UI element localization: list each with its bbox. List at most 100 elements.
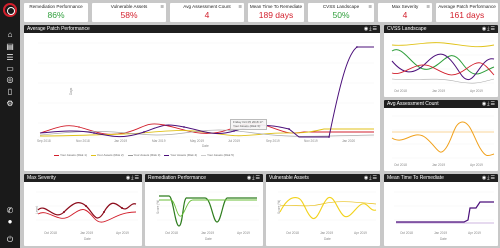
list-icon[interactable]: ☰ <box>5 54 15 62</box>
phone-icon[interactable]: ✆ <box>5 207 15 215</box>
vulnerable-chart: Score (%) Oct 2018 Jan 2019 Apr 2019 Dat… <box>277 191 377 241</box>
series-risk-4-line <box>39 46 374 138</box>
compass-icon[interactable]: ◎ <box>5 76 15 84</box>
panel-toolbar: ◉⤓☰ <box>482 101 496 107</box>
menu-icon[interactable]: ☰ <box>373 26 378 32</box>
panel-max-severity: Max Severity ◉⤓☰ Level Oct 2018 Jan 2019… <box>24 174 142 246</box>
menu-icon[interactable]: ☰ <box>491 175 496 181</box>
panel-title: Max Severity <box>27 175 56 181</box>
logo <box>3 3 17 17</box>
panel-toolbar: ◉⤓☰ <box>364 175 378 181</box>
x-tick: Jan 2019 <box>201 231 214 235</box>
y-axis-label: Level <box>35 206 39 214</box>
x-tick: Jan 2019 <box>114 139 127 143</box>
severity-red-line <box>37 209 137 223</box>
x-tick: Jul 2019 <box>228 139 240 143</box>
panel-title: Mean Time To Remediate <box>387 175 444 181</box>
chart-legend: Your Assets (Risk 1) Your Assets (Risk 2… <box>54 153 354 157</box>
x-tick: Oct 2018 <box>44 231 57 235</box>
sidebar: ⌂ ▤ ☰ ▭ ◎ ▯ ⚙ ✆ ● ⏻ <box>0 0 20 248</box>
assessment-orange-line <box>391 121 495 157</box>
kpi-label: Vulnerable Assets <box>110 4 148 9</box>
x-tick: May 2019 <box>190 139 204 143</box>
x-tick: Apr 2019 <box>470 89 483 93</box>
user-icon[interactable]: ● <box>5 218 15 226</box>
kpi-cvss-landscape: CVSS Landscape ☰ 50% <box>308 3 374 22</box>
mttr-chart: Oct 2018 Jan 2019 Apr 2019 Date <box>394 191 494 241</box>
panel-title: Vulnerable Assets <box>269 175 309 181</box>
x-tick: Nov 2018 <box>76 139 90 143</box>
panel-mean-time-to-remediate: Mean Time To Remediate ◉⤓☰ Oct 2018 Jan … <box>384 174 498 246</box>
dashboard: ⌂ ▤ ☰ ▭ ◎ ▯ ⚙ ✆ ● ⏻ Remediation Performa… <box>0 0 500 248</box>
panel-title: Average Patch Performance <box>27 26 90 32</box>
home-icon[interactable]: ⌂ <box>5 31 15 39</box>
x-tick: Apr 2019 <box>116 231 129 235</box>
legend-label: Your Assets (Risk 5) <box>207 153 234 157</box>
x-tick: Apr 2019 <box>237 231 250 235</box>
clipboard-icon[interactable]: ▯ <box>5 88 15 96</box>
x-tick: Oct 2018 <box>394 163 407 167</box>
kpi-label: CVSS Landscape <box>322 4 360 9</box>
chart-tooltip: Friday Oct 05 2018 17: Your Assets (Risk… <box>230 119 267 131</box>
y-axis-label: Score (%) <box>156 200 160 214</box>
kpi-value: 189 days <box>258 10 294 20</box>
x-tick: Oct 2018 <box>394 89 407 93</box>
menu-icon[interactable]: ☰ <box>368 4 372 9</box>
legend-label: Your Assets (Risk 2) <box>96 153 124 157</box>
menu-icon[interactable]: ☰ <box>491 26 496 32</box>
kpi-label: Max Severity <box>391 4 419 9</box>
kpi-value: 4 <box>204 10 210 20</box>
x-tick: Sep 2019 <box>266 139 280 143</box>
kpi-label: Remediation Performance <box>29 4 83 9</box>
x-axis-label: Date <box>324 237 331 241</box>
x-tick: Jan 2019 <box>320 231 333 235</box>
kpi-value: 50% <box>332 10 350 20</box>
y-axis-label: Days <box>69 87 73 95</box>
panel-header: Mean Time To Remediate ◉⤓☰ <box>384 174 498 182</box>
x-axis-label: Date <box>205 237 212 241</box>
kpi-value: 58% <box>120 10 138 20</box>
x-tick: Jan 2020 <box>342 139 355 143</box>
remediation-chart: Score (%) Oct 2018 Jan 2019 Apr 2019 Dat… <box>156 191 259 241</box>
panel-title: Remediation Performance <box>148 175 207 181</box>
kpi-vulnerable-assets: Vulnerable Assets ☰ 58% <box>92 3 166 22</box>
legend-item[interactable]: Your Assets (Risk 3) <box>127 153 160 157</box>
menu-icon[interactable]: ☰ <box>238 4 242 9</box>
menu-icon[interactable]: ☰ <box>256 175 261 181</box>
legend-item[interactable]: Your Assets (Risk 5) <box>201 153 234 157</box>
kpi-mean-time-to-remediate: Mean Time To Remediate 189 days <box>248 3 304 22</box>
kpi-avg-assessment-count: Avg Assessment Count ☰ 4 <box>170 3 244 22</box>
cvss-gray-line <box>391 78 495 84</box>
power-icon[interactable]: ⏻ <box>5 236 15 244</box>
gear-icon[interactable]: ⚙ <box>5 100 15 108</box>
legend-item[interactable]: Your Assets (Risk 4) <box>164 153 197 157</box>
menu-icon[interactable]: ☰ <box>426 4 430 9</box>
x-tick: Oct 2018 <box>165 231 178 235</box>
kpi-value: 4 <box>402 10 408 20</box>
x-tick: Oct 2018 <box>286 231 299 235</box>
legend-item[interactable]: Your Assets (Risk 1) <box>54 153 87 157</box>
menu-icon[interactable]: ☰ <box>160 4 164 9</box>
x-tick: Jan 2019 <box>432 163 445 167</box>
kpi-label: Avg Assessment Count <box>183 4 231 9</box>
menu-icon[interactable]: ☰ <box>135 175 140 181</box>
x-tick: Jan 2019 <box>432 89 445 93</box>
monitor-icon[interactable]: ▭ <box>5 65 15 73</box>
x-tick: Jan 2019 <box>434 231 447 235</box>
menu-icon[interactable]: ☰ <box>373 175 378 181</box>
panel-header: Max Severity ◉⤓☰ <box>24 174 142 182</box>
x-tick: Oct 2018 <box>400 231 413 235</box>
legend-item[interactable]: Your Assets (Risk 2) <box>90 153 124 157</box>
panel-toolbar: ◉⤓☰ <box>126 175 140 181</box>
assessment-chart: Oct 2018 Jan 2019 Apr 2019 <box>391 115 495 167</box>
x-tick: Nov 2019 <box>304 139 318 143</box>
y-axis-label: Score (%) <box>277 200 281 214</box>
tooltip-line: Your Assets (Risk 3): <box>233 123 261 128</box>
kpi-label: Mean Time To Remediate <box>249 4 303 9</box>
kpi-average-patch-performance: Average Patch Performance 161 days <box>436 3 498 22</box>
chart-icon[interactable]: ▤ <box>5 43 15 51</box>
menu-icon[interactable]: ☰ <box>491 101 496 107</box>
x-tick: Sep 2018 <box>37 139 51 143</box>
x-tick: Jan 2019 <box>80 231 93 235</box>
vulnerable-yellow-line <box>279 196 377 220</box>
